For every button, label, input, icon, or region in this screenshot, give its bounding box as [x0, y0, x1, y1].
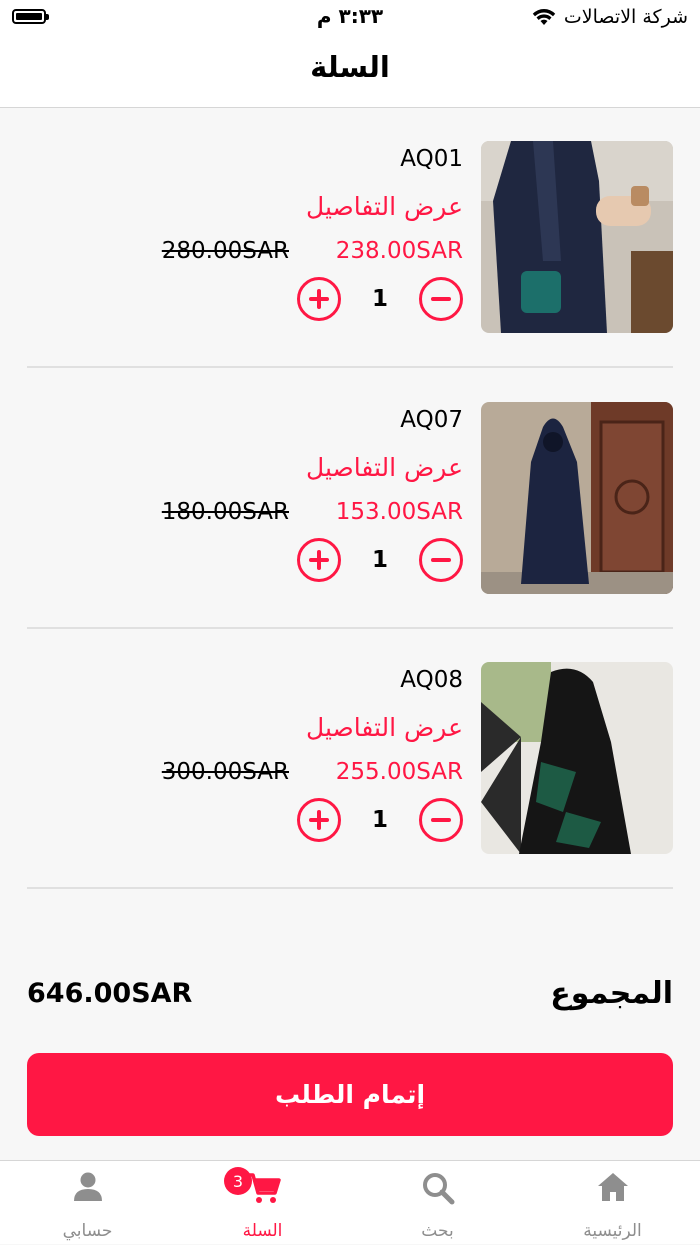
battery-icon [12, 9, 49, 24]
total-value: 646.00SAR [27, 978, 193, 1009]
tab-search-label: بحث [421, 1221, 454, 1241]
product-code: AQ01 [400, 146, 463, 172]
quantity-value: 1 [371, 547, 388, 573]
view-details-link[interactable]: عرض التفاصيل [306, 713, 463, 742]
product-code: AQ08 [400, 667, 463, 693]
tab-bar: الرئيسية بحث السلة حسابي [0, 1160, 700, 1244]
view-details-link[interactable]: عرض التفاصيل [306, 192, 463, 221]
increase-quantity-button[interactable] [297, 277, 341, 321]
cart-item: AQ01 عرض التفاصيل 238.00SAR 280.00SAR 1 [27, 108, 673, 368]
tab-cart-label: السلة [242, 1221, 283, 1241]
product-image[interactable] [481, 402, 673, 594]
current-price: 153.00SAR [335, 499, 463, 525]
current-price: 255.00SAR [335, 759, 463, 785]
tab-search[interactable]: بحث [350, 1161, 525, 1245]
decrease-quantity-button[interactable] [419, 538, 463, 582]
quantity-value: 1 [371, 286, 388, 312]
cart-item: AQ08 عرض التفاصيل 255.00SAR 300.00SAR 1 [27, 629, 673, 889]
tab-account-label: حسابي [62, 1221, 113, 1241]
quantity-value: 1 [371, 807, 388, 833]
decrease-quantity-button[interactable] [419, 798, 463, 842]
original-price: 180.00SAR [161, 499, 289, 525]
navigation-bar: السلة [0, 36, 700, 108]
quantity-stepper: 1 [297, 276, 463, 326]
checkout-button[interactable]: إتمام الطلب [27, 1053, 673, 1136]
tab-home-label: الرئيسية [583, 1221, 642, 1241]
original-price: 280.00SAR [161, 238, 289, 264]
quantity-stepper: 1 [297, 537, 463, 587]
original-price: 300.00SAR [161, 759, 289, 785]
tab-account[interactable]: حسابي [0, 1161, 175, 1245]
search-icon [422, 1173, 454, 1205]
user-icon [73, 1172, 102, 1201]
tab-cart[interactable]: السلة [175, 1161, 350, 1245]
increase-quantity-button[interactable] [297, 538, 341, 582]
decrease-quantity-button[interactable] [419, 277, 463, 321]
cart-item: AQ07 عرض التفاصيل 153.00SAR 180.00SAR 1 [27, 369, 673, 629]
tab-home[interactable]: الرئيسية [525, 1161, 700, 1245]
wifi-icon [532, 9, 556, 25]
quantity-stepper: 1 [297, 797, 463, 847]
item-divider [27, 887, 673, 889]
view-details-link[interactable]: عرض التفاصيل [306, 453, 463, 482]
page-title: السلة [310, 50, 390, 84]
product-image[interactable] [481, 141, 673, 333]
product-code: AQ07 [400, 407, 463, 433]
item-divider [27, 366, 673, 368]
status-bar: شركة الاتصالات ٣:٣٣ م [0, 0, 700, 36]
clock: ٣:٣٣ م [316, 4, 384, 28]
increase-quantity-button[interactable] [297, 798, 341, 842]
cart-count-badge: 3 [224, 1167, 252, 1195]
carrier-name: شركة الاتصالات [563, 6, 688, 28]
current-price: 238.00SAR [335, 238, 463, 264]
carrier-info: شركة الاتصالات [532, 6, 688, 28]
total-label: المجموع [550, 976, 673, 1011]
home-icon [597, 1173, 628, 1201]
product-image[interactable] [481, 662, 673, 854]
